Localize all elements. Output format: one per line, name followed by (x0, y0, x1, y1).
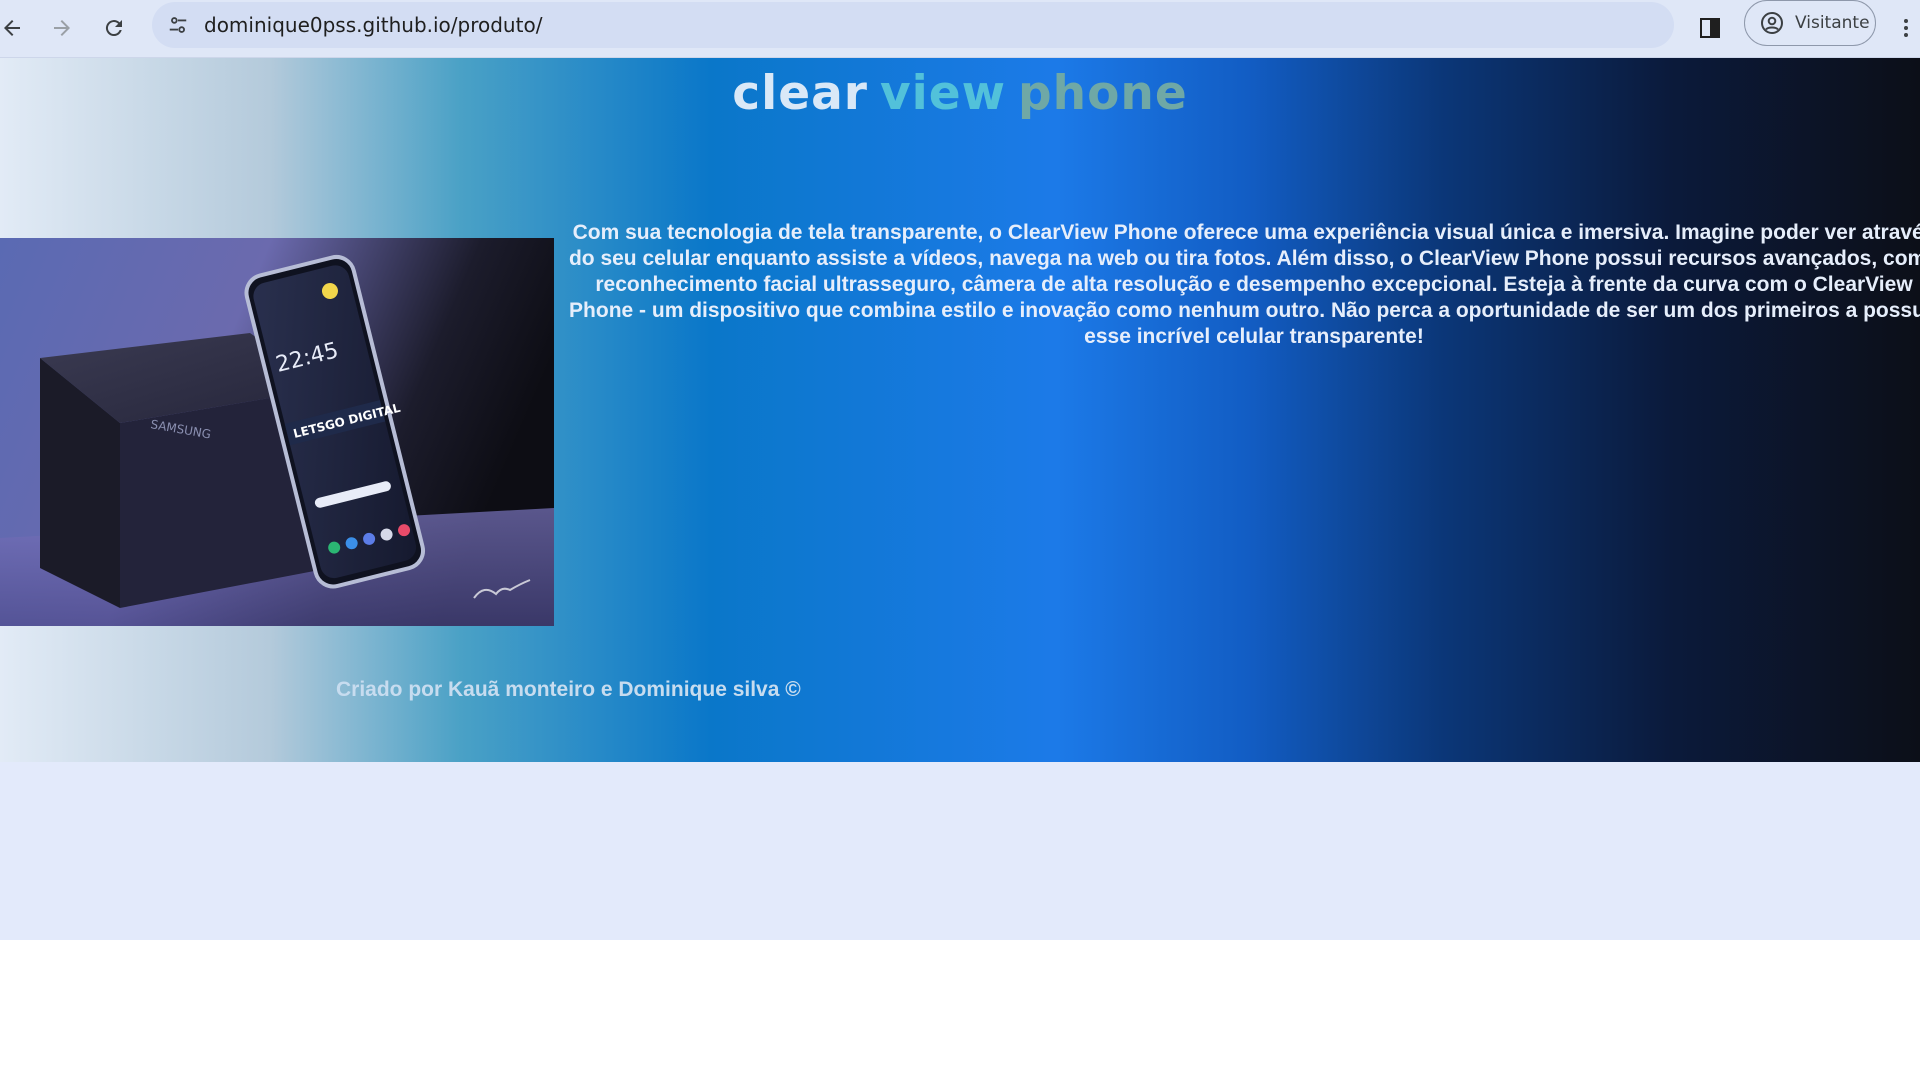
title-word-view: view (879, 66, 1007, 121)
side-panel-button[interactable] (1692, 10, 1728, 46)
title-word-phone: phone (1018, 66, 1188, 121)
browser-toolbar: dominique0pss.github.io/produto/ Visitan… (0, 0, 1920, 58)
forward-button[interactable] (42, 8, 82, 48)
reload-icon (105, 20, 122, 37)
page-viewport: clear view phone SAMSUNG 22:45 LETSGO DI… (0, 58, 1920, 940)
product-description: Com sua tecnologia de tela transparente,… (568, 221, 1920, 348)
product-image: SAMSUNG 22:45 LETSGO DIGITAL (0, 238, 554, 626)
tune-icon[interactable] (166, 13, 190, 37)
site-title: clear view phone (0, 66, 1920, 121)
profile-label: Visitante (1795, 13, 1870, 33)
account-circle-icon (1759, 10, 1785, 36)
arrow-right-icon (54, 20, 70, 36)
kebab-menu-icon (1904, 19, 1908, 37)
hero-section: clear view phone SAMSUNG 22:45 LETSGO DI… (0, 58, 1920, 762)
address-bar[interactable]: dominique0pss.github.io/produto/ (152, 2, 1674, 48)
back-button[interactable] (0, 8, 32, 48)
footer-credit: Criado por Kauã monteiro e Dominique sil… (336, 678, 801, 701)
transparent-phone-photo: SAMSUNG 22:45 LETSGO DIGITAL (0, 238, 554, 626)
title-word-clear: clear (732, 66, 868, 121)
browser-menu-button[interactable] (1894, 10, 1918, 46)
profile-button[interactable]: Visitante (1744, 0, 1876, 46)
arrow-left-icon (4, 20, 20, 36)
reload-button[interactable] (94, 8, 134, 48)
side-panel-icon (1700, 18, 1720, 38)
url-text[interactable]: dominique0pss.github.io/produto/ (204, 2, 542, 48)
